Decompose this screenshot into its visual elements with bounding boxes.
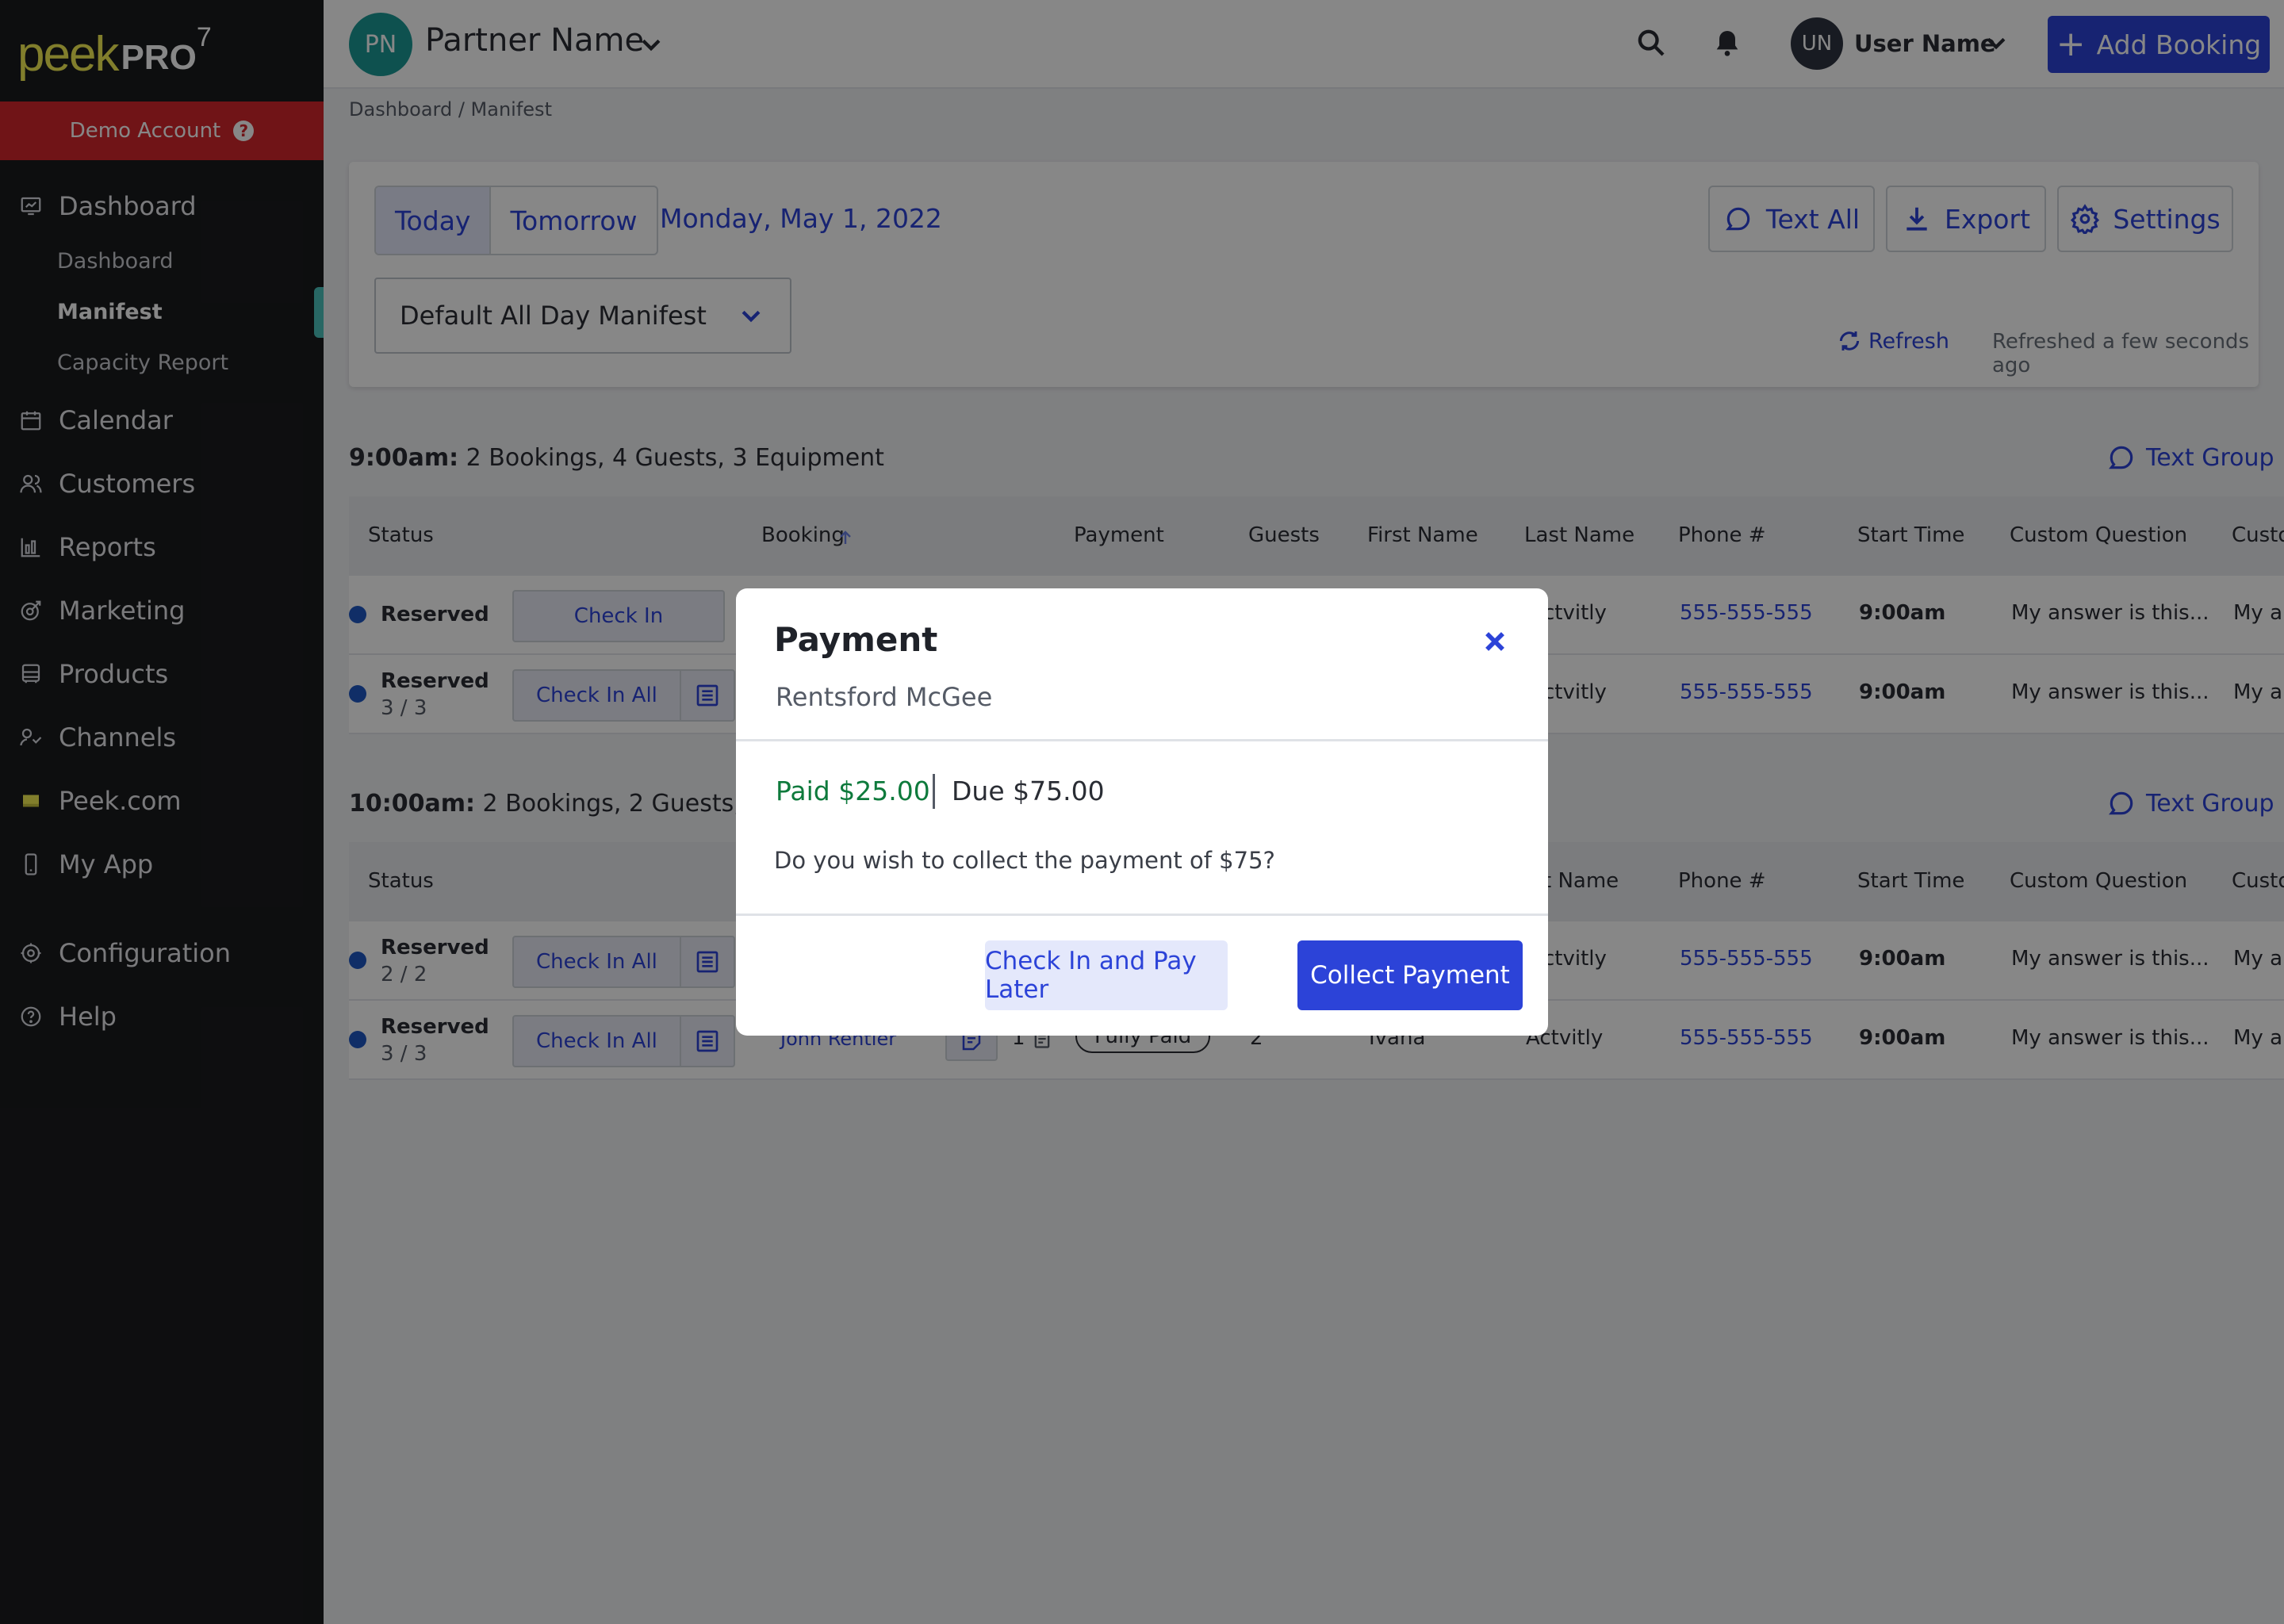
customer-name: Rentsford McGee — [776, 682, 993, 712]
payment-modal: Payment Rentsford McGee Paid $25.00 Due … — [736, 588, 1548, 1036]
modal-divider — [736, 739, 1548, 741]
check-in-pay-later-button[interactable]: Check In and Pay Later — [985, 940, 1228, 1010]
modal-divider — [736, 914, 1548, 916]
due-amount: Due $75.00 — [952, 776, 1105, 806]
collect-payment-button[interactable]: Collect Payment — [1297, 940, 1523, 1010]
close-icon[interactable] — [1481, 628, 1508, 655]
modal-title: Payment — [774, 620, 938, 659]
paid-amount: Paid $25.00 — [776, 776, 930, 806]
amount-separator — [933, 774, 935, 809]
payment-question: Do you wish to collect the payment of $7… — [774, 847, 1275, 874]
